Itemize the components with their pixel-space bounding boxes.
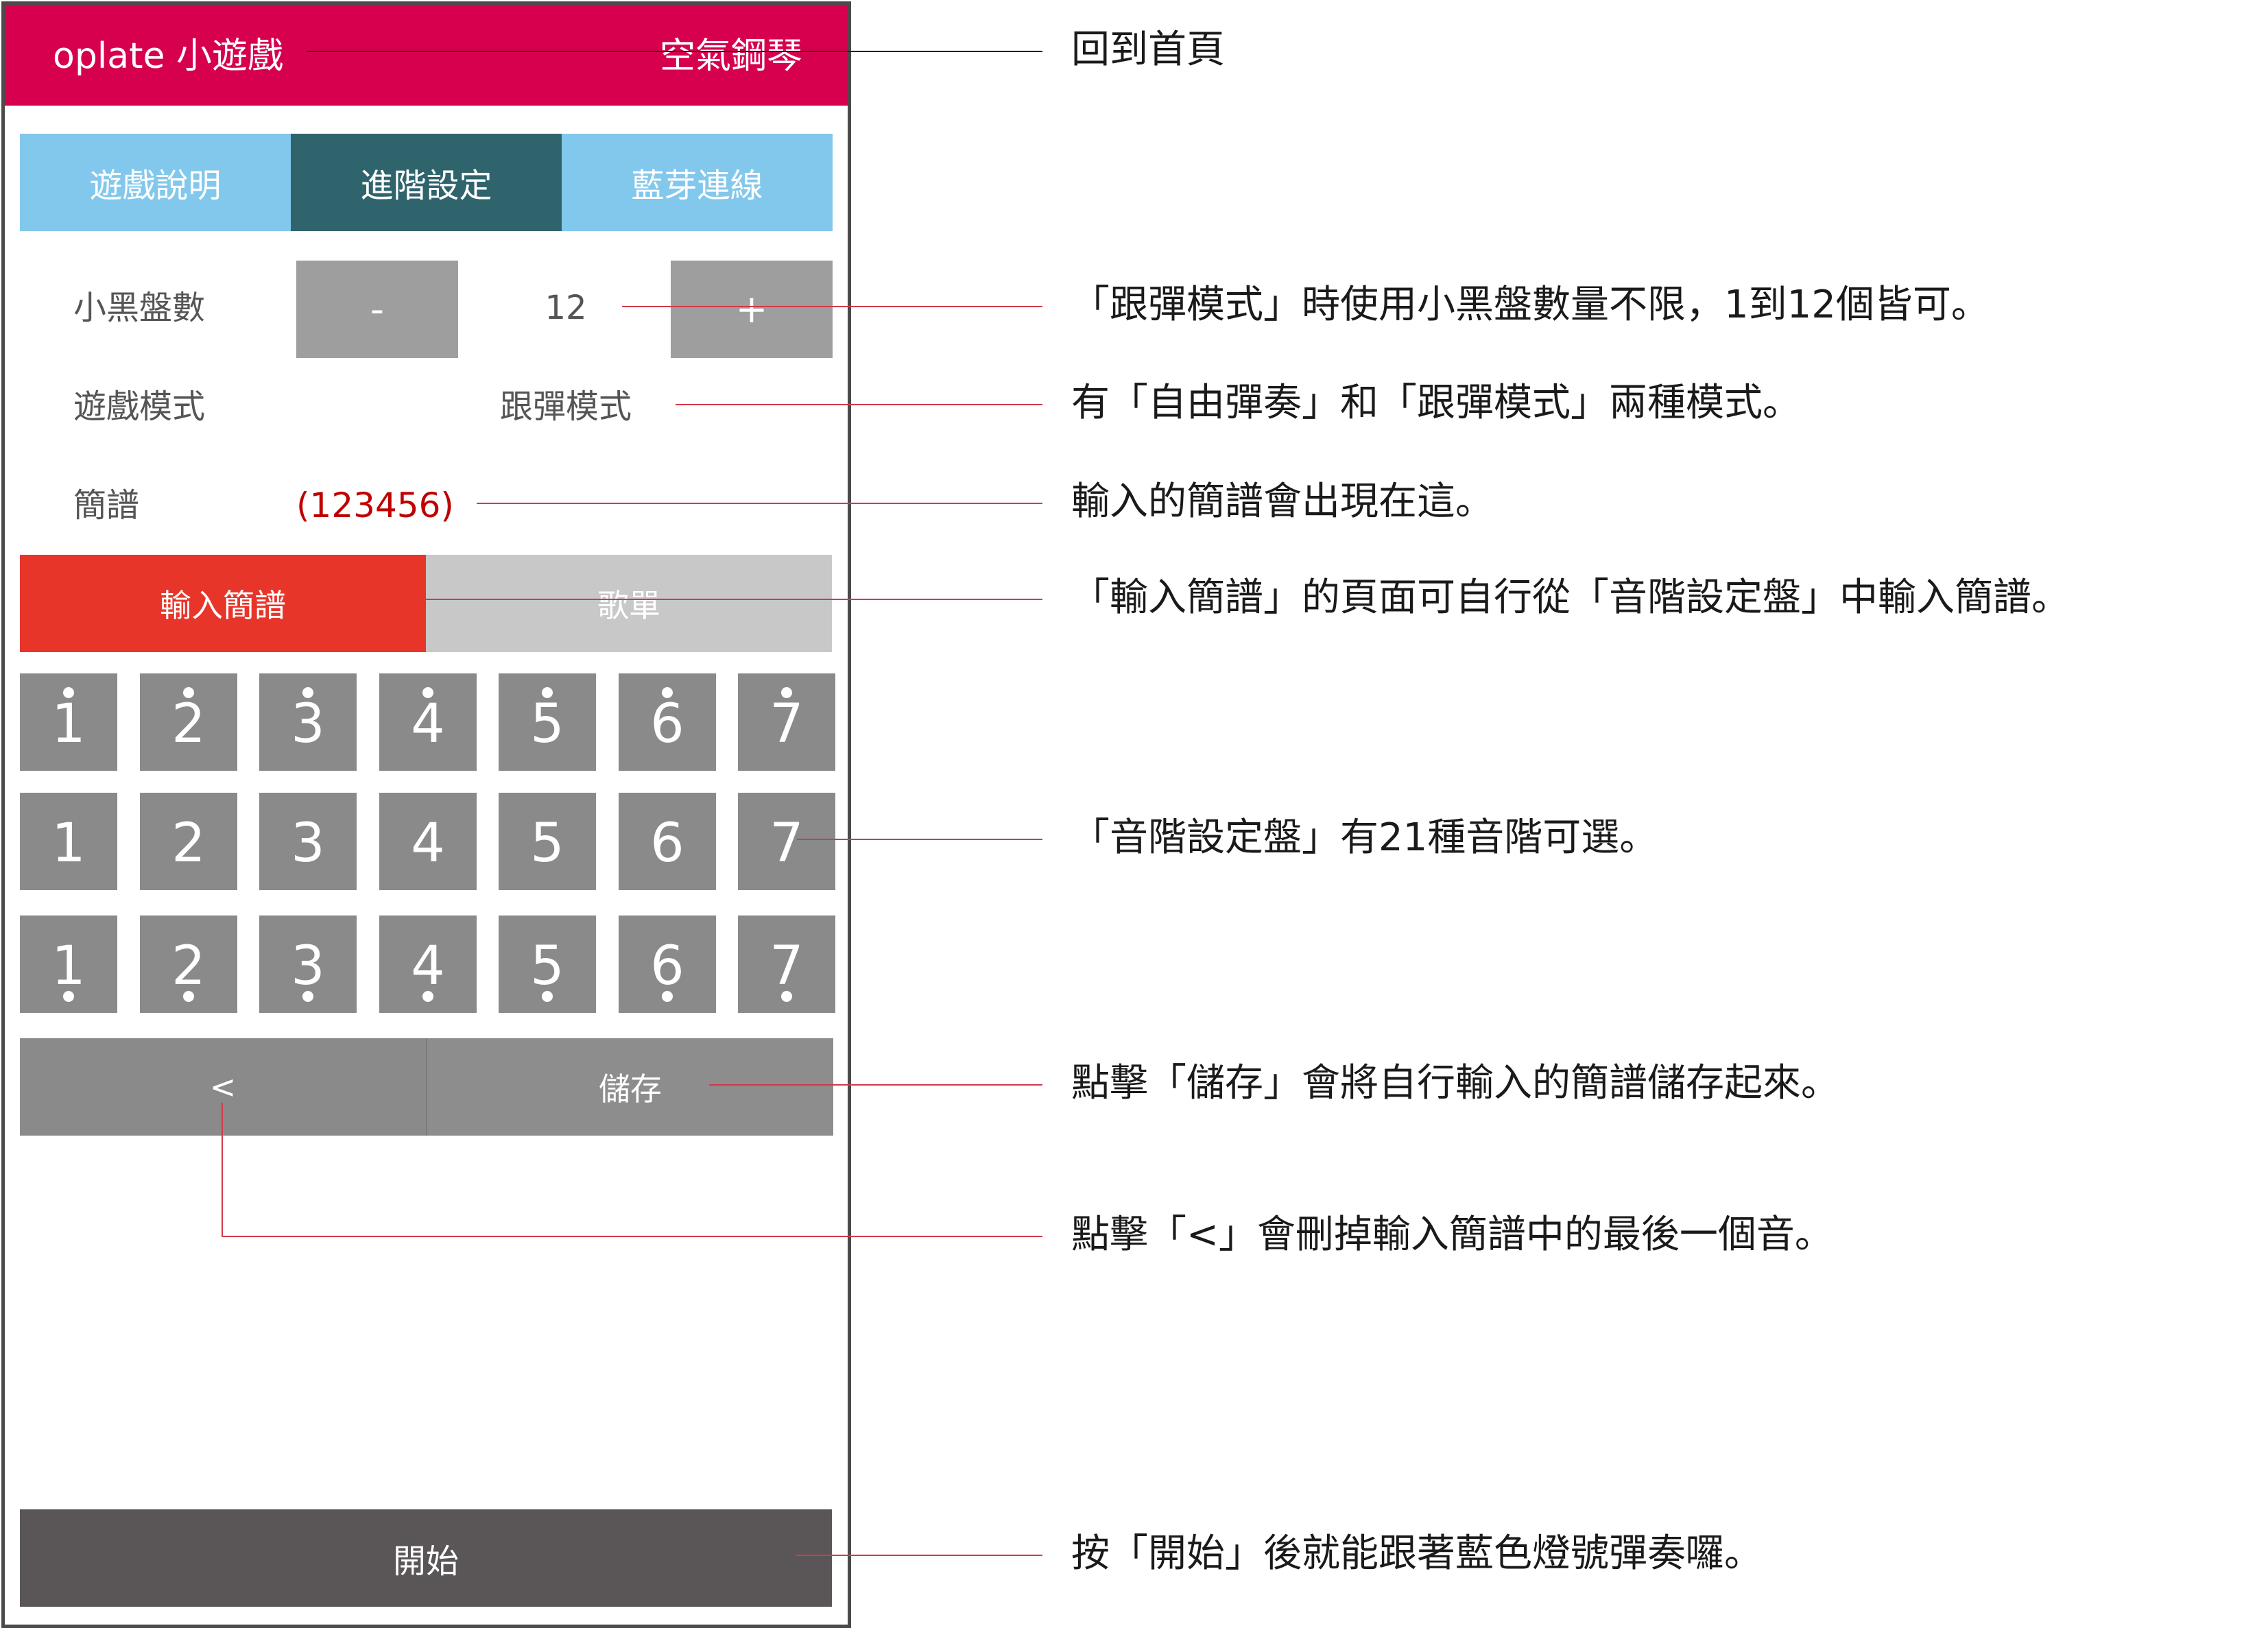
key-label: 6 [650,693,684,755]
leader-scale [797,839,1042,840]
disc-count-label: 小黑盤數 [73,289,206,327]
scale-key-high-5[interactable]: 5 [499,673,596,771]
leader-back-vertical [222,1103,223,1236]
scale-key-low-7[interactable]: 7 [738,915,835,1013]
decrease-button[interactable]: - [296,261,458,358]
leader-save [709,1084,1042,1086]
key-label: 3 [291,693,325,755]
tab-game-instructions[interactable]: 遊戲說明 [20,134,291,231]
key-label: 2 [171,935,206,997]
key-label: 6 [650,935,684,997]
app-header: oplate 小遊戲 空氣鋼琴 [5,5,848,106]
scale-key-middle-3[interactable]: 3 [259,793,357,890]
scale-key-high-2[interactable]: 2 [140,673,237,771]
note-save: 點擊「儲存」會將自行輸入的簡譜儲存起來。 [1071,1061,1839,1105]
scale-key-high-1[interactable]: 1 [20,673,117,771]
low-dot [183,991,194,1002]
scale-key-low-2[interactable]: 2 [140,915,237,1013]
leader-disc-count [622,306,1042,307]
key-label: 4 [411,813,445,874]
note-start: 按「開始」後就能跟著藍色燈號彈奏囉。 [1071,1531,1763,1576]
scale-key-high-6[interactable]: 6 [619,673,716,771]
scale-key-middle-7[interactable]: 7 [738,793,835,890]
key-label: 7 [769,935,804,997]
increase-button[interactable]: + [671,261,833,358]
key-label: 1 [51,935,86,997]
leader-start [796,1555,1042,1556]
key-label: 7 [769,693,804,755]
note-notation: 輸入的簡譜會出現在這。 [1071,479,1494,524]
key-label: 4 [411,935,445,997]
key-label: 5 [530,813,564,874]
scale-key-middle-1[interactable]: 1 [20,793,117,890]
tab-advanced-settings[interactable]: 進階設定 [291,134,562,231]
scale-key-low-6[interactable]: 6 [619,915,716,1013]
low-dot [662,991,673,1002]
start-button[interactable]: 開始 [20,1509,832,1607]
key-label: 5 [530,935,564,997]
game-mode-value[interactable]: 跟彈模式 [485,386,647,427]
note-home: 回到首頁 [1071,27,1225,72]
scale-key-middle-5[interactable]: 5 [499,793,596,890]
leader-mode [676,404,1042,405]
save-button[interactable]: 儲存 [426,1038,833,1136]
game-mode-label: 遊戲模式 [73,387,206,426]
note-input: 「輸入簡譜」的頁面可自行從「音階設定盤」中輸入簡譜。 [1071,575,2070,620]
scale-key-middle-2[interactable]: 2 [140,793,237,890]
key-label: 1 [51,813,86,874]
key-label: 3 [291,935,325,997]
notation-value: (123456) [296,486,454,525]
note-disc-count: 「跟彈模式」時使用小黑盤數量不限，1到12個皆可。 [1071,283,1990,327]
key-label: 6 [650,813,684,874]
scale-key-low-5[interactable]: 5 [499,915,596,1013]
leader-home [307,51,1042,52]
app-title: oplate 小遊戲 [53,36,284,77]
low-dot [63,991,74,1002]
key-label: 3 [291,813,325,874]
leader-notation [477,503,1042,504]
scale-key-middle-6[interactable]: 6 [619,793,716,890]
home-link[interactable]: 空氣鋼琴 [660,32,802,80]
scale-key-high-3[interactable]: 3 [259,673,357,771]
key-label: 7 [769,813,804,874]
scale-key-high-7[interactable]: 7 [738,673,835,771]
notation-label: 簡譜 [73,486,140,525]
note-scale: 「音階設定盤」有21種音階可選。 [1071,815,1658,860]
low-dot [422,991,433,1002]
key-label: 4 [411,693,445,755]
scale-key-low-4[interactable]: 4 [379,915,477,1013]
disc-count-value: 12 [545,289,587,327]
key-label: 1 [51,693,86,755]
scale-key-high-4[interactable]: 4 [379,673,477,771]
leader-back [222,1236,1042,1237]
phone-screen: oplate 小遊戲 空氣鋼琴 遊戲說明 進階設定 藍芽連線 小黑盤數 - 12… [1,1,851,1628]
input-notation-button[interactable]: 輸入簡譜 [20,555,426,652]
song-list-button[interactable]: 歌單 [426,555,832,652]
low-dot [781,991,792,1002]
scale-key-low-3[interactable]: 3 [259,915,357,1013]
scale-key-middle-4[interactable]: 4 [379,793,477,890]
backspace-button[interactable]: < [20,1038,426,1136]
note-back: 點擊「<」會刪掉輸入簡譜中的最後一個音。 [1071,1212,1833,1257]
key-label: 2 [171,813,206,874]
leader-input [331,599,1042,600]
note-mode: 有「自由彈奏」和「跟彈模式」兩種模式。 [1071,381,1801,425]
scale-key-low-1[interactable]: 1 [20,915,117,1013]
key-label: 5 [530,693,564,755]
key-label: 2 [171,693,206,755]
low-dot [542,991,553,1002]
low-dot [302,991,313,1002]
tab-bluetooth-connection[interactable]: 藍芽連線 [562,134,833,231]
